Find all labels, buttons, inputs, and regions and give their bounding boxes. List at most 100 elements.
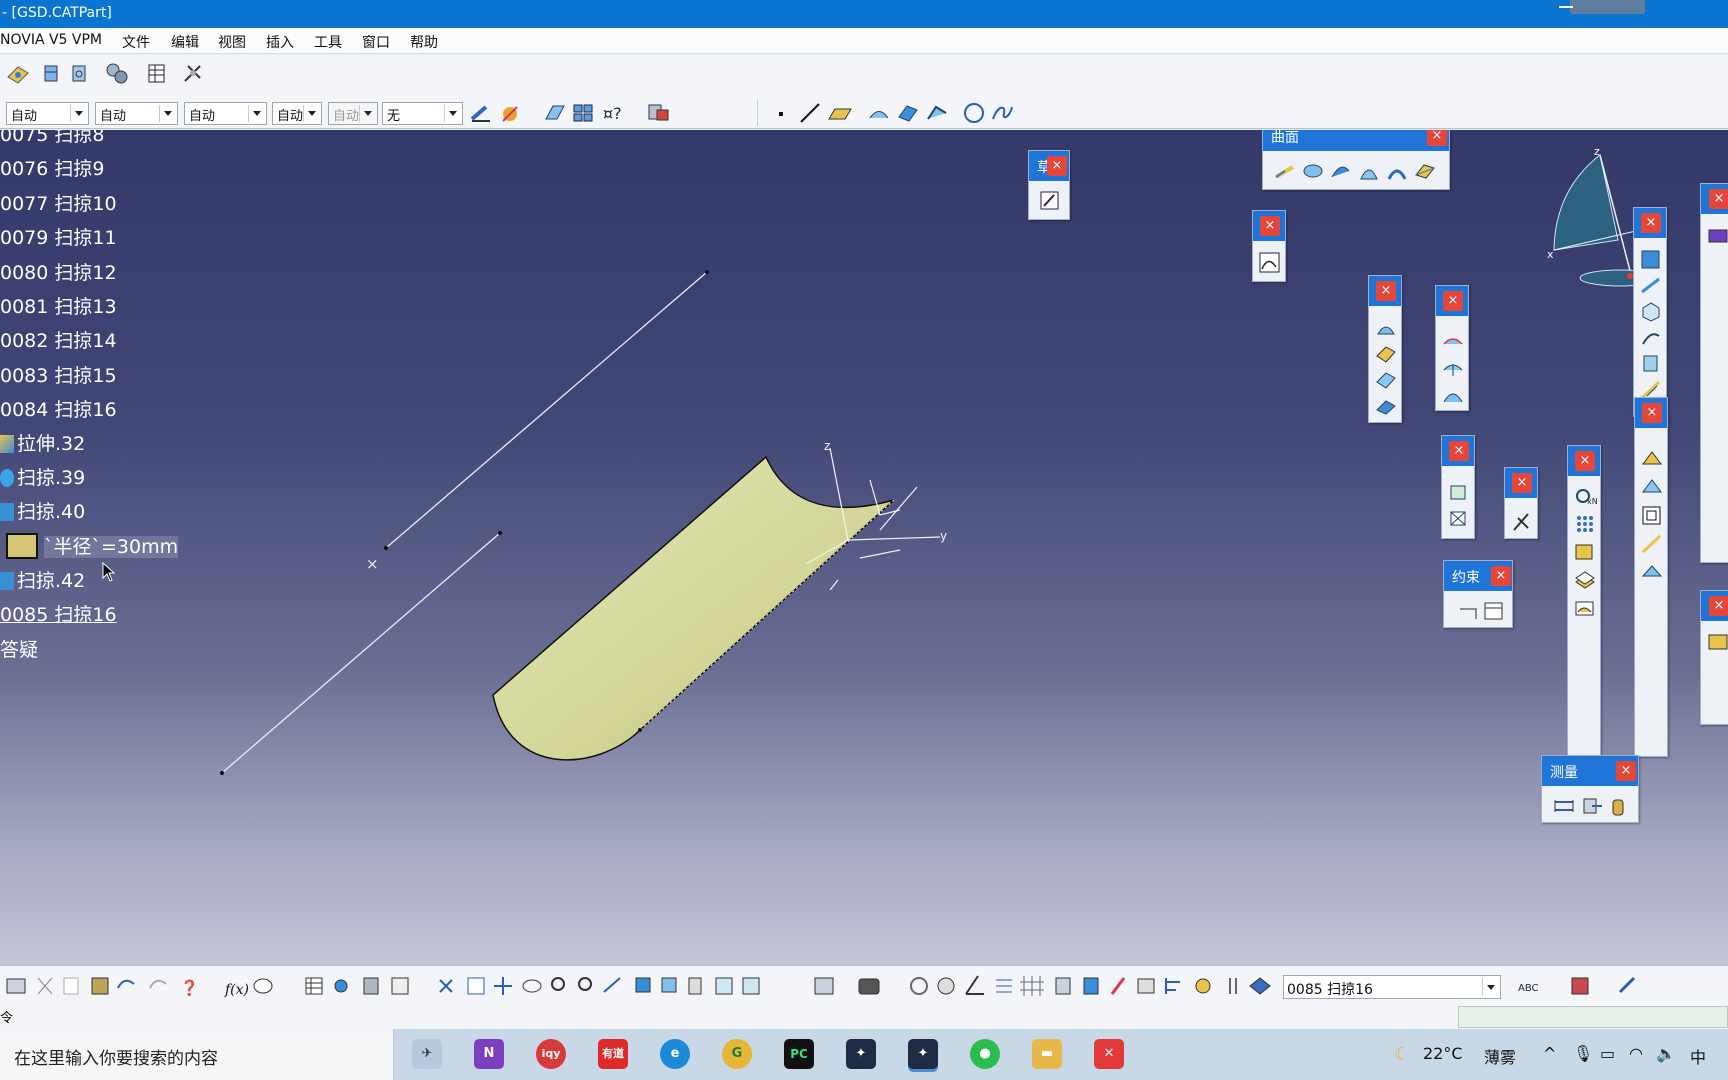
tree-item-sweep[interactable]: 扫掠.40 (0, 497, 85, 524)
app-icon-catia-window[interactable]: ✦ (846, 1039, 876, 1069)
trim-icon[interactable] (1374, 342, 1398, 364)
close-icon[interactable]: × (1642, 403, 1662, 423)
instantiate-icon[interactable] (1640, 532, 1664, 554)
render-style-combo[interactable]: 无 (382, 102, 463, 125)
app-icon-wechat[interactable]: ● (970, 1039, 1000, 1069)
minimize-icon[interactable] (1559, 6, 1573, 8)
menu-item-edit[interactable]: 编辑 (171, 32, 199, 52)
line-thickness-combo[interactable]: 自动 (184, 102, 267, 125)
boundary-icon[interactable] (1374, 368, 1398, 390)
tree-item-current[interactable]: 0085 扫掠16 (0, 600, 117, 627)
insert-body-icon[interactable] (68, 62, 92, 86)
microphone-icon[interactable]: 🎙 (1573, 1044, 1593, 1063)
menu-item-file[interactable]: 文件 (122, 32, 150, 52)
tree-item-sweep[interactable]: 扫掠.42 (0, 566, 85, 593)
plane-icon[interactable] (826, 101, 854, 125)
close-icon[interactable]: × (1443, 291, 1463, 311)
tray-expand-icon[interactable]: ^ (1543, 1044, 1556, 1063)
cylinder-icon[interactable] (1357, 159, 1381, 181)
measure-item-icon[interactable] (1580, 794, 1604, 816)
close-icon[interactable]: × (1047, 156, 1067, 176)
taskbar-search[interactable]: 在这里输入你要搜索的内容 (0, 1029, 394, 1080)
tree-item-sweep[interactable]: 扫掠.39 (0, 463, 85, 490)
app-icon-xmind[interactable]: ✕ (1094, 1039, 1124, 1069)
weather-text[interactable]: 薄雾 (1484, 1044, 1516, 1068)
sweep-icon[interactable] (1385, 159, 1409, 181)
join-icon[interactable] (924, 101, 950, 125)
tree-item-extrude[interactable]: 拉伸.32 (0, 429, 85, 456)
extrude-surface-icon[interactable] (1273, 159, 1297, 181)
close-icon[interactable]: × (1616, 761, 1636, 781)
line-type-combo[interactable]: 自动 (272, 102, 322, 125)
part-icon[interactable] (6, 63, 30, 85)
painter-icon[interactable] (468, 101, 494, 125)
box-icon[interactable] (1447, 480, 1471, 502)
tree-item[interactable]: 0082 扫掠14 (0, 326, 117, 353)
material-icon[interactable] (497, 101, 523, 125)
feature-selector[interactable]: 0085 扫掠16 (1283, 975, 1501, 999)
variable-fillet-icon[interactable] (1441, 382, 1465, 404)
split-icon[interactable] (1374, 316, 1398, 338)
swept-surface[interactable] (492, 455, 895, 761)
sphere-icon[interactable] (1329, 159, 1353, 181)
tree-item[interactable]: 0079 扫掠11 (0, 223, 117, 250)
close-icon[interactable]: × (1709, 596, 1728, 616)
table-icon[interactable] (146, 62, 168, 86)
points-grid-icon[interactable] (1573, 512, 1597, 534)
line-icon[interactable] (798, 101, 822, 125)
power-copy-icon[interactable] (1640, 504, 1664, 526)
fill-icon[interactable] (1413, 159, 1437, 181)
rectangular-pattern-icon[interactable] (1640, 476, 1664, 498)
tree-item[interactable]: 0076 扫掠9 (0, 154, 104, 181)
wifi-icon[interactable]: ◠ (1629, 1044, 1643, 1063)
symmetry-icon[interactable] (1639, 300, 1663, 322)
close-icon[interactable]: × (1575, 451, 1595, 471)
close-icon[interactable]: × (1641, 213, 1661, 233)
translate-icon[interactable] (1639, 248, 1663, 270)
edge-fillet-icon[interactable] (1441, 356, 1465, 378)
3d-viewport[interactable]: × z y z x 0075 扫掠8 0076 扫掠9 0077 扫掠10 00… (0, 130, 1728, 965)
circle-icon[interactable] (962, 101, 988, 125)
solid-icon[interactable] (1447, 506, 1471, 528)
power-input-field[interactable] (1458, 1006, 1728, 1028)
color-combo[interactable]: 自动 (6, 102, 89, 125)
close-icon[interactable]: × (1376, 281, 1396, 301)
tree-item[interactable]: 0083 扫掠15 (0, 361, 117, 388)
tree-item[interactable]: 0080 扫掠12 (0, 258, 117, 285)
close-icon[interactable]: × (1491, 566, 1511, 586)
menu-item-view[interactable]: 视图 (218, 32, 246, 52)
rule-icon[interactable] (1510, 510, 1534, 532)
close-icon[interactable]: × (1709, 189, 1728, 209)
point-icon[interactable] (772, 103, 792, 125)
guide-line-upper[interactable] (385, 271, 708, 549)
pattern-icon[interactable] (1573, 596, 1597, 618)
sketch-plane-icon[interactable] (543, 101, 567, 125)
revolve-icon[interactable] (1301, 159, 1325, 181)
object-repetition-icon[interactable]: xN (1573, 484, 1597, 506)
catalog-icon[interactable] (645, 100, 671, 126)
close-icon[interactable]: × (1427, 130, 1447, 146)
app-icon-chrome[interactable]: G (722, 1039, 752, 1069)
volume-icon[interactable]: 🔈 (1656, 1044, 1676, 1063)
app-icon-edge[interactable]: e (660, 1039, 690, 1069)
app-icon-onenote[interactable]: N (474, 1039, 504, 1069)
menu-item-insert[interactable]: 插入 (266, 32, 294, 52)
affinity-icon[interactable] (1639, 352, 1663, 374)
offset-icon[interactable] (895, 101, 921, 125)
measure-inertia-icon[interactable] (1606, 794, 1630, 816)
edge-toolbar-icons[interactable] (1706, 224, 1728, 246)
close-icon[interactable]: × (1449, 441, 1469, 461)
menu-item-vpm[interactable]: NOVIA V5 VPM (0, 32, 102, 48)
measure-between-icon[interactable] (1552, 794, 1576, 816)
app-icon-catia-active[interactable]: ✦ (908, 1039, 938, 1069)
stack-planes-icon[interactable] (1573, 568, 1597, 590)
menu-item-help[interactable]: 帮助 (410, 32, 438, 52)
plane-repetition-icon[interactable] (1573, 540, 1597, 562)
constraint-dialog-icon[interactable] (1482, 599, 1506, 621)
extract-icon[interactable] (1374, 394, 1398, 416)
app-icon-catia[interactable]: ✈ (412, 1039, 442, 1069)
close-icon[interactable]: × (1512, 473, 1532, 493)
app-icon-file-explorer[interactable]: ▬ (1032, 1039, 1062, 1069)
catalog-browser-icon[interactable] (1640, 560, 1664, 582)
tree-item-qa[interactable]: 答疑 (0, 635, 38, 662)
